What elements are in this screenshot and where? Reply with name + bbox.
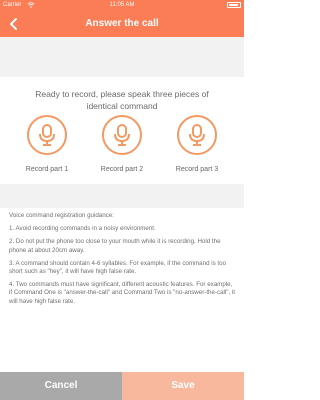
- guidance-heading: Voice command registration guidance:: [9, 212, 114, 219]
- record-part-label: Record part 2: [100, 166, 144, 173]
- save-button[interactable]: Save: [122, 372, 244, 400]
- record-part-label: Record part 3: [175, 166, 219, 173]
- page-title: Answer the call: [85, 18, 159, 29]
- guidance-item: 1. Avoid recording commands in a noisy e…: [9, 225, 156, 233]
- guidance-item: 4. Two commands must have significant, d…: [9, 281, 236, 305]
- guidance-section: Voice command registration guidance: 1. …: [9, 212, 237, 311]
- section-divider: [0, 184, 244, 208]
- header-spacer: [0, 37, 244, 77]
- guidance-item: 2. Do not put the phone too close to you…: [9, 238, 221, 254]
- record-part-2[interactable]: Record part 2: [85, 115, 159, 179]
- record-button-2[interactable]: [102, 115, 142, 155]
- microphone-icon: [189, 124, 205, 146]
- microphone-icon: [114, 124, 130, 146]
- nav-bar: Answer the call: [0, 10, 244, 37]
- cancel-button[interactable]: Cancel: [0, 372, 122, 400]
- microphone-icon: [39, 124, 55, 146]
- record-prompt: Ready to record, please speak three piec…: [35, 89, 209, 111]
- record-part-3[interactable]: Record part 3: [160, 115, 234, 179]
- record-part-label: Record part 1: [25, 166, 69, 173]
- status-bar: Carrier 11:05 AM: [0, 0, 244, 10]
- bottom-action-bar: Cancel Save: [0, 372, 244, 400]
- guidance-item: 3. A command should contain 4-6 syllable…: [9, 259, 227, 276]
- record-part-1[interactable]: Record part 1: [10, 115, 84, 179]
- battery-icon: [227, 2, 241, 8]
- status-time: 11:05 AM: [109, 2, 135, 8]
- record-button-3[interactable]: [177, 115, 217, 155]
- record-button-1[interactable]: [27, 115, 67, 155]
